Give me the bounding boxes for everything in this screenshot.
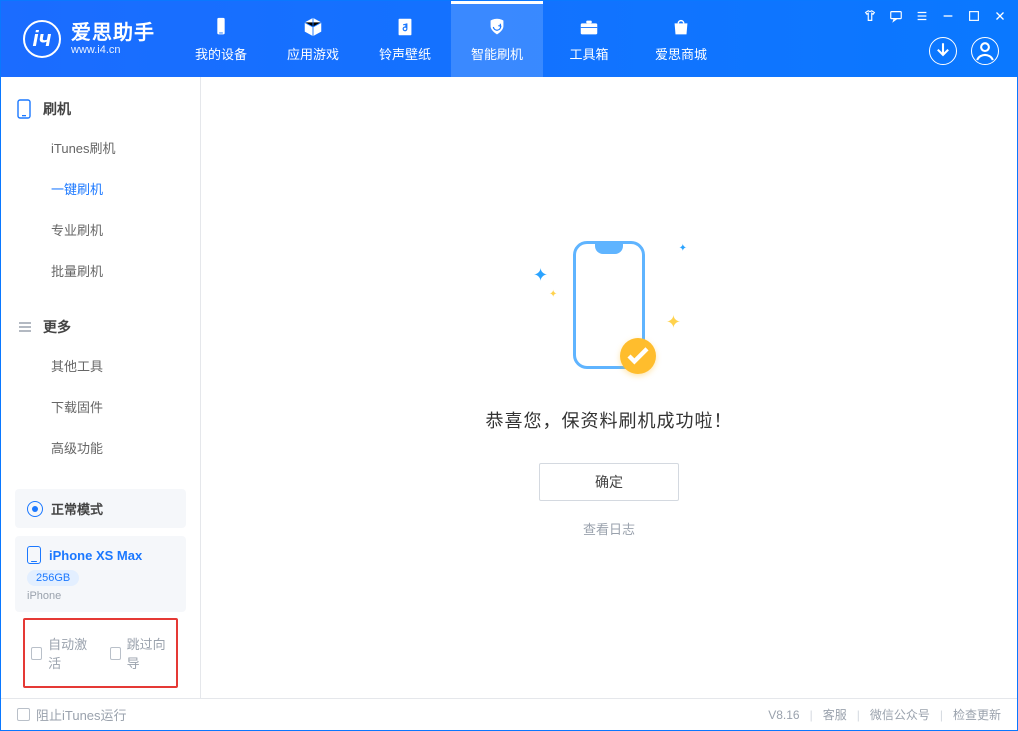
- phone-outline-icon: [17, 101, 33, 117]
- maximize-button[interactable]: [967, 9, 981, 23]
- sparkle-icon: ✦: [666, 312, 681, 333]
- nav-ringtone-wallpaper[interactable]: 铃声壁纸: [359, 1, 451, 77]
- section-title-label: 刷机: [43, 99, 71, 119]
- logo-title: 爱思助手: [71, 22, 155, 44]
- wechat-link[interactable]: 微信公众号: [870, 706, 930, 723]
- menu-icon[interactable]: [915, 9, 929, 23]
- separator: |: [810, 708, 813, 722]
- bag-icon: [668, 16, 694, 38]
- nav-label: 我的设备: [195, 44, 247, 63]
- nav-label: 爱思商城: [655, 44, 707, 63]
- music-file-icon: [392, 16, 418, 38]
- window-controls: [863, 9, 1007, 23]
- version-label: V8.16: [768, 708, 799, 722]
- nav-label: 铃声壁纸: [379, 44, 431, 63]
- toolbox-icon: [576, 16, 602, 38]
- check-update-link[interactable]: 检查更新: [953, 706, 1001, 723]
- checkbox-box: [17, 708, 30, 721]
- nav-label: 应用游戏: [287, 44, 339, 63]
- main-content: ✦ ✦ ✦ ✦ 恭喜您，保资料刷机成功啦！ 确定 查看日志: [201, 77, 1017, 698]
- logo-url: www.i4.cn: [71, 44, 155, 56]
- device-card[interactable]: iPhone XS Max 256GB iPhone: [15, 536, 186, 612]
- device-name: iPhone XS Max: [49, 548, 142, 563]
- status-right: V8.16 | 客服 | 微信公众号 | 检查更新: [768, 706, 1001, 723]
- storage-badge: 256GB: [27, 570, 79, 586]
- app-logo: iч 爱思助手 www.i4.cn: [1, 1, 175, 77]
- mode-label: 正常模式: [51, 499, 103, 518]
- separator: |: [940, 708, 943, 722]
- mode-card[interactable]: 正常模式: [15, 489, 186, 528]
- checkbox-auto-activate[interactable]: 自动激活: [31, 634, 92, 672]
- body: 刷机 iTunes刷机 一键刷机 专业刷机 批量刷机 更多 其他工具 下载固件 …: [1, 77, 1017, 698]
- logo-icon: iч: [23, 20, 61, 58]
- sidebar-item-pro-flash[interactable]: 专业刷机: [1, 209, 200, 250]
- checkbox-skip-guide[interactable]: 跳过向导: [110, 634, 171, 672]
- phone-illustration-icon: [573, 241, 645, 369]
- section-title-label: 更多: [43, 317, 71, 337]
- titlebar: iч 爱思助手 www.i4.cn 我的设备 应用游戏: [1, 1, 1017, 77]
- nav-label: 工具箱: [569, 44, 608, 63]
- success-message: 恭喜您，保资料刷机成功啦！: [486, 407, 733, 433]
- close-button[interactable]: [993, 9, 1007, 23]
- ok-button[interactable]: 确定: [539, 463, 679, 501]
- sidebar-item-batch-flash[interactable]: 批量刷机: [1, 250, 200, 291]
- app-window: iч 爱思助手 www.i4.cn 我的设备 应用游戏: [0, 0, 1018, 731]
- tshirt-icon[interactable]: [863, 9, 877, 23]
- sidebar-section-flash: 刷机: [1, 91, 200, 127]
- status-left: 阻止iTunes运行: [17, 705, 754, 724]
- sidebar-top: 刷机 iTunes刷机 一键刷机 专业刷机 批量刷机 更多 其他工具 下载固件 …: [1, 77, 200, 471]
- mode-dot-icon: [27, 501, 43, 517]
- separator: |: [857, 708, 860, 722]
- status-bar: 阻止iTunes运行 V8.16 | 客服 | 微信公众号 | 检查更新: [1, 698, 1017, 730]
- list-icon: [17, 319, 33, 335]
- sidebar-bottom: 正常模式 iPhone XS Max 256GB iPhone 自动激活: [1, 471, 200, 698]
- cube-icon: [300, 16, 326, 38]
- phone-small-icon: [27, 546, 41, 564]
- sparkle-icon: ✦: [533, 265, 548, 286]
- checkbox-label: 阻止iTunes运行: [36, 705, 127, 724]
- minimize-button[interactable]: [941, 9, 955, 23]
- nav-apps-games[interactable]: 应用游戏: [267, 1, 359, 77]
- nav-label: 智能刷机: [471, 44, 523, 63]
- main-nav: 我的设备 应用游戏 铃声壁纸 智能刷机: [175, 1, 727, 77]
- nav-my-device[interactable]: 我的设备: [175, 1, 267, 77]
- nav-toolbox[interactable]: 工具箱: [543, 1, 635, 77]
- view-log-link[interactable]: 查看日志: [583, 519, 635, 538]
- header-action-circles: [929, 37, 999, 65]
- checkbox-label: 跳过向导: [127, 634, 170, 672]
- device-sub: iPhone: [27, 590, 174, 602]
- checkbox-box: [31, 647, 42, 660]
- sparkle-icon: ✦: [549, 289, 557, 300]
- nav-store[interactable]: 爱思商城: [635, 1, 727, 77]
- refresh-shield-icon: [484, 16, 510, 38]
- flash-options-highlight: 自动激活 跳过向导: [23, 618, 178, 688]
- checkbox-label: 自动激活: [48, 634, 91, 672]
- sidebar-item-other-tools[interactable]: 其他工具: [1, 345, 200, 386]
- logo-text: 爱思助手 www.i4.cn: [71, 22, 155, 56]
- sidebar-item-download-firmware[interactable]: 下载固件: [1, 386, 200, 427]
- device-icon: [208, 16, 234, 38]
- feedback-icon[interactable]: [889, 9, 903, 23]
- sidebar: 刷机 iTunes刷机 一键刷机 专业刷机 批量刷机 更多 其他工具 下载固件 …: [1, 77, 201, 698]
- sidebar-section-more: 更多: [1, 309, 200, 345]
- nav-smart-flash[interactable]: 智能刷机: [451, 1, 543, 77]
- download-button[interactable]: [929, 37, 957, 65]
- success-illustration: ✦ ✦ ✦ ✦: [539, 237, 679, 377]
- checkbox-block-itunes[interactable]: 阻止iTunes运行: [17, 705, 127, 724]
- check-badge-icon: [620, 338, 656, 374]
- sidebar-item-advanced[interactable]: 高级功能: [1, 427, 200, 468]
- sidebar-item-itunes-flash[interactable]: iTunes刷机: [1, 127, 200, 168]
- account-button[interactable]: [971, 37, 999, 65]
- sparkle-icon: ✦: [679, 243, 687, 254]
- sidebar-item-onekey-flash[interactable]: 一键刷机: [1, 168, 200, 209]
- checkbox-box: [110, 647, 121, 660]
- support-link[interactable]: 客服: [823, 706, 847, 723]
